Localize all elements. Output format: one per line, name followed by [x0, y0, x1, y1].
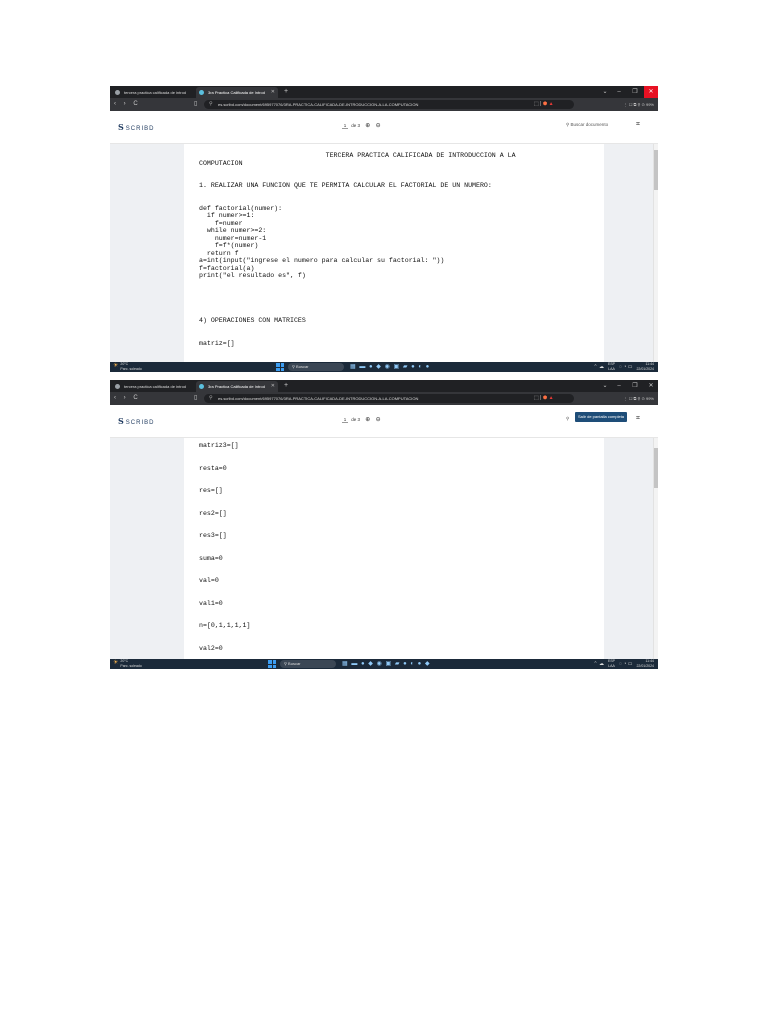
network-volume-battery-icons[interactable]: ◌ ◔ ▭ — [619, 659, 633, 669]
exit-fullscreen-tooltip[interactable]: Salir de pantalla completa — [575, 412, 628, 422]
page-number-input[interactable]: 1 — [342, 417, 348, 423]
tab-label: 3ra Practica Calificada de Introd — [208, 90, 265, 95]
bookmark-icon[interactable]: ▯ — [194, 98, 197, 111]
taskbar-search[interactable]: ⚲ Buscar — [288, 363, 344, 371]
scribd-logo[interactable]: SSCRIBD — [118, 416, 154, 426]
extension-icons[interactable]: ⬚ | ⬢ ▲ — [534, 395, 554, 402]
screenshot-1: tercera practica calificada de introd 3r… — [110, 86, 658, 372]
browser-tab-bar: tercera practica calificada de introd 3r… — [110, 86, 658, 98]
document-search[interactable]: ⚲ Buscar documento — [566, 122, 608, 128]
scrollbar[interactable] — [653, 144, 658, 362]
document-page: TERCERA PRACTICA CALIFICADA DE INTRODUCC… — [184, 144, 604, 369]
windows-taskbar: ☀ 20°C Parc. soleado ⚲ Buscar ▦ ▬ ● ◆ ◉ … — [110, 659, 658, 669]
tab-favicon-icon — [115, 384, 120, 389]
nav-buttons[interactable]: ‹ › C — [114, 392, 141, 405]
language-indicator[interactable]: ESP LAA — [608, 659, 615, 668]
scribd-header: SSCRIBD 1 de 3 ⊕ ⊖ ⚲ Salir de pantalla c… — [110, 405, 658, 438]
taskbar-app-icons[interactable]: ▦ ▬ ● ◆ ◉ ▣ ▰ ● ◐ ● ◆ — [342, 659, 431, 669]
document-code: matriz3=[] resta=0 res=[] res2=[] res3=[… — [199, 442, 251, 669]
tab-close-icon[interactable]: ✕ — [271, 87, 275, 98]
page-total: de 3 — [351, 417, 361, 422]
restore-button[interactable]: ❐ — [628, 380, 642, 392]
clock[interactable]: 11:44 22/01/2024 — [636, 362, 654, 371]
weather-widget[interactable]: ☀ 20°C Parc. soleado — [113, 362, 142, 371]
tab-label: tercera practica calificada de introd — [124, 90, 187, 95]
browser-toolbar-right[interactable]: ⋮ ☐ ⧉ ⚲ ⊙ 99% — [624, 392, 654, 405]
chevron-down-icon[interactable]: ⌄ — [598, 380, 612, 392]
browser-tab[interactable]: tercera practica calificada de introd — [112, 381, 194, 392]
document-page: matriz3=[] resta=0 res=[] res2=[] res3=[… — [184, 438, 604, 669]
site-info-icon[interactable]: ⚲ — [209, 394, 213, 403]
close-window-button[interactable]: ✕ — [644, 86, 658, 98]
site-info-icon[interactable]: ⚲ — [209, 100, 213, 109]
browser-toolbar-right[interactable]: ⋮ ☐ ⧉ ⚲ ⊙ 99% — [624, 98, 654, 111]
taskbar-app-icons[interactable]: ▦ ▬ ● ◆ ◉ ▣ ▰ ● ◐ ● — [350, 362, 430, 372]
url-input[interactable]: ⚲ es.scribd.com/document/695977076/3RA-P… — [204, 394, 574, 403]
tab-favicon-icon — [115, 90, 120, 95]
zoom-in-icon[interactable]: ⊕ — [365, 417, 370, 423]
zoom-in-icon[interactable]: ⊕ — [365, 123, 370, 129]
browser-tab-active[interactable]: 3ra Practica Calificada de Introd ✕ — [196, 87, 278, 98]
sun-icon: ☀ — [113, 363, 119, 369]
zoom-out-icon[interactable]: ⊖ — [376, 123, 381, 129]
language-indicator[interactable]: ESP LAA — [608, 362, 615, 371]
scrollbar[interactable] — [653, 438, 658, 659]
system-tray: ⌃ ☁ ESP LAA ◌ ◔ ▭ 11:44 22/01/2024 — [593, 659, 654, 669]
minimize-button[interactable]: – — [612, 380, 626, 392]
tab-label: 3ra Practica Calificada de Introd — [208, 384, 265, 389]
bookmark-icon[interactable]: ▯ — [194, 392, 197, 405]
document-code: TERCERA PRACTICA CALIFICADA DE INTRODUCC… — [199, 152, 516, 369]
windows-taskbar: ☀ 20°C Parc. soleado ⚲ Buscar ▦ ▬ ● ◆ ◉ … — [110, 362, 658, 372]
page-navigator: 1 de 3 ⊕ ⊖ — [342, 122, 381, 129]
tab-close-icon[interactable]: ✕ — [271, 381, 275, 392]
browser-tab-bar: tercera practica calificada de introd 3r… — [110, 380, 658, 392]
minimize-button[interactable]: – — [612, 86, 626, 98]
taskbar-search[interactable]: ⚲ Buscar — [280, 660, 336, 668]
new-tab-button[interactable]: + — [284, 86, 288, 98]
chevron-down-icon[interactable]: ⌄ — [598, 86, 612, 98]
search-icon[interactable]: ⚲ — [566, 416, 569, 422]
page-total: de 3 — [351, 123, 361, 128]
url-input[interactable]: ⚲ es.scribd.com/document/695977076/3RA-P… — [204, 100, 574, 109]
page-number-input[interactable]: 1 — [342, 123, 348, 129]
scribd-header: SSCRIBD 1 de 3 ⊕ ⊖ ⚲ Buscar documento ⌗ — [110, 111, 658, 144]
restore-button[interactable]: ❐ — [628, 86, 642, 98]
fullscreen-icon[interactable]: ⌗ — [636, 415, 640, 423]
system-tray: ⌃ ☁ ESP LAA ◌ ◔ ▭ 11:44 22/01/2024 — [593, 362, 654, 372]
browser-tab-active[interactable]: 3ra Practica Calificada de Introd ✕ — [196, 381, 278, 392]
scribd-logo[interactable]: SSCRIBD — [118, 122, 154, 132]
document-viewer: TERCERA PRACTICA CALIFICADA DE INTRODUCC… — [110, 144, 658, 369]
page-navigator: 1 de 3 ⊕ ⊖ — [342, 416, 381, 423]
document-viewer: matriz3=[] resta=0 res=[] res2=[] res3=[… — [110, 438, 658, 669]
tab-favicon-icon — [199, 90, 204, 95]
close-window-button[interactable]: ✕ — [644, 380, 658, 392]
new-tab-button[interactable]: + — [284, 380, 288, 392]
screenshot-2: tercera practica calificada de introd 3r… — [110, 380, 658, 669]
tab-label: tercera practica calificada de introd — [124, 384, 187, 389]
browser-tab[interactable]: tercera practica calificada de introd — [112, 87, 194, 98]
zoom-out-icon[interactable]: ⊖ — [376, 417, 381, 423]
tray-icons[interactable]: ⌃ ☁ — [593, 362, 604, 372]
windows-start-icon[interactable] — [268, 660, 276, 668]
sun-icon: ☀ — [113, 660, 119, 666]
tray-icons[interactable]: ⌃ ☁ — [593, 659, 604, 669]
windows-start-icon[interactable] — [276, 363, 284, 371]
tab-favicon-icon — [199, 384, 204, 389]
address-bar-row: ‹ › C ▯ ⚲ es.scribd.com/document/6959770… — [110, 98, 658, 111]
address-bar-row: ‹ › C ▯ ⚲ es.scribd.com/document/6959770… — [110, 392, 658, 405]
network-volume-battery-icons[interactable]: ◌ ◔ ▭ — [619, 362, 633, 372]
clock[interactable]: 11:44 22/01/2024 — [636, 659, 654, 668]
fullscreen-icon[interactable]: ⌗ — [636, 121, 640, 129]
extension-icons[interactable]: ⬚ | ⬢ ▲ — [534, 101, 554, 108]
nav-buttons[interactable]: ‹ › C — [114, 98, 141, 111]
weather-widget[interactable]: ☀ 20°C Parc. soleado — [113, 659, 142, 668]
